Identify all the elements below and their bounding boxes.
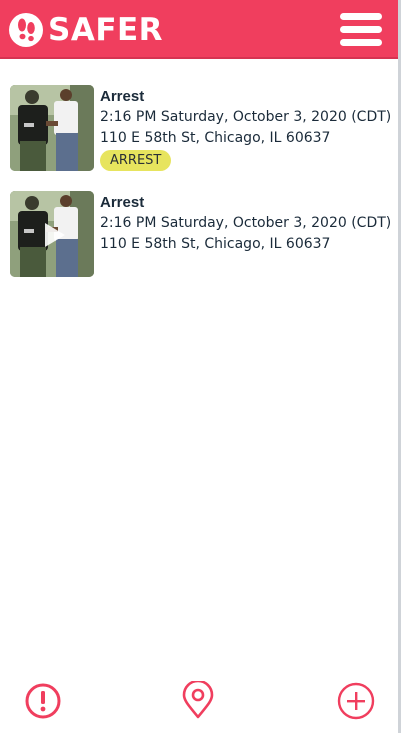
brand-name: SAFER (48, 12, 164, 48)
menu-bar (340, 26, 382, 33)
app-header: SAFER (0, 0, 398, 59)
map-pin-icon[interactable] (178, 679, 218, 721)
footprints-icon (9, 13, 43, 47)
hamburger-menu-icon[interactable] (340, 13, 382, 47)
report-thumbnail[interactable] (10, 85, 94, 171)
report-item[interactable]: Arrest 2:16 PM Saturday, October 3, 2020… (0, 190, 398, 278)
app-screen: SAFER Arrest 2:16 PM Saturday, October 3… (0, 0, 401, 733)
report-title: Arrest (100, 194, 145, 211)
report-item[interactable]: Arrest 2:16 PM Saturday, October 3, 2020… (0, 84, 398, 172)
report-tag-badge: ARREST (100, 150, 172, 171)
report-title: Arrest (100, 88, 145, 105)
report-details: Arrest 2:16 PM Saturday, October 3, 2020… (100, 87, 394, 171)
bottom-navigation (0, 673, 398, 733)
report-list: Arrest 2:16 PM Saturday, October 3, 2020… (0, 84, 398, 296)
menu-bar (340, 39, 382, 46)
report-datetime: 2:16 PM Saturday, October 3, 2020 (CDT) (100, 109, 392, 125)
add-icon[interactable] (336, 681, 376, 721)
report-datetime: 2:16 PM Saturday, October 3, 2020 (CDT) (100, 215, 392, 231)
brand-logo[interactable]: SAFER (9, 12, 163, 48)
report-details: Arrest 2:16 PM Saturday, October 3, 2020… (100, 193, 394, 255)
play-icon[interactable] (45, 223, 65, 247)
alert-icon[interactable] (23, 681, 63, 721)
report-address: 110 E 58th St, Chicago, IL 60637 (100, 130, 331, 146)
menu-bar (340, 13, 382, 20)
report-address: 110 E 58th St, Chicago, IL 60637 (100, 236, 331, 252)
report-thumbnail[interactable] (10, 191, 94, 277)
